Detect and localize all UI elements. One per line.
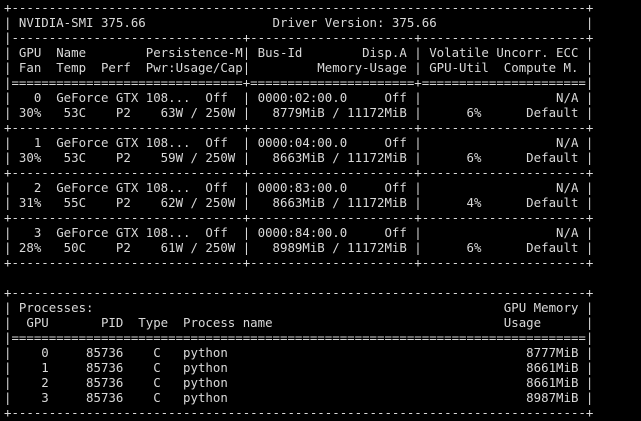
- terminal-output: +---------------------------------------…: [0, 0, 641, 420]
- terminal-line: | Processes: GPU Memory |: [4, 300, 594, 315]
- terminal-line: +---------------------------------------…: [4, 405, 594, 420]
- terminal-line: | 2 85736 C python 8661MiB |: [4, 375, 594, 390]
- terminal-line: |-------------------------------+-------…: [4, 30, 594, 45]
- terminal-line: | Fan Temp Perf Pwr:Usage/Cap| Memory-Us…: [4, 60, 594, 75]
- terminal-line: | 31% 55C P2 62W / 250W | 8663MiB / 1117…: [4, 195, 594, 210]
- terminal-line: +-------------------------------+-------…: [4, 210, 594, 225]
- terminal-line: +-------------------------------+-------…: [4, 165, 594, 180]
- terminal-line: | 30% 53C P2 59W / 250W | 8663MiB / 1117…: [4, 150, 594, 165]
- terminal-line: |=======================================…: [4, 330, 594, 345]
- terminal-line: | 2 GeForce GTX 108... Off | 0000:83:00.…: [4, 180, 594, 195]
- terminal-window[interactable]: +---------------------------------------…: [0, 0, 641, 421]
- terminal-line: +-------------------------------+-------…: [4, 255, 594, 270]
- terminal-line: | 0 85736 C python 8777MiB |: [4, 345, 594, 360]
- terminal-line: +---------------------------------------…: [4, 285, 594, 300]
- terminal-line: | NVIDIA-SMI 375.66 Driver Version: 375.…: [4, 15, 594, 30]
- terminal-line: | 28% 50C P2 61W / 250W | 8989MiB / 1117…: [4, 240, 594, 255]
- terminal-line: |===============================+=======…: [4, 75, 594, 90]
- terminal-line: +-------------------------------+-------…: [4, 120, 594, 135]
- terminal-line: +---------------------------------------…: [4, 0, 594, 15]
- terminal-line: | 3 GeForce GTX 108... Off | 0000:84:00.…: [4, 225, 594, 240]
- terminal-line: | 1 85736 C python 8661MiB |: [4, 360, 594, 375]
- terminal-line: | 30% 53C P2 63W / 250W | 8779MiB / 1117…: [4, 105, 594, 120]
- terminal-line: | GPU Name Persistence-M| Bus-Id Disp.A …: [4, 45, 594, 60]
- terminal-line: | 1 GeForce GTX 108... Off | 0000:04:00.…: [4, 135, 594, 150]
- terminal-line: | GPU PID Type Process name Usage |: [4, 315, 594, 330]
- terminal-line: | 0 GeForce GTX 108... Off | 0000:02:00.…: [4, 90, 594, 105]
- terminal-line: | 3 85736 C python 8987MiB |: [4, 390, 594, 405]
